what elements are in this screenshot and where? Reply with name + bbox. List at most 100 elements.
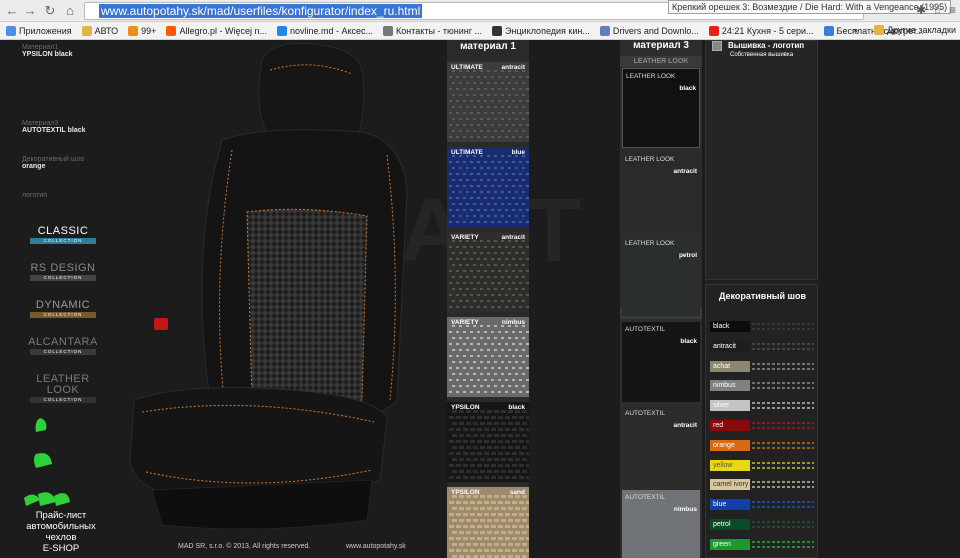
forward-icon[interactable]: → bbox=[22, 3, 38, 19]
footer-url[interactable]: www.autopotahy.sk bbox=[346, 543, 406, 550]
bookmark-item[interactable]: Энциклопедия кин... bbox=[492, 25, 590, 36]
bookmarks-more[interactable]: » bbox=[853, 25, 858, 35]
collection-classic[interactable]: CLASSIC COLLECTION bbox=[28, 226, 98, 263]
collection-name: ALCANTARA bbox=[28, 336, 98, 348]
material1-swatch[interactable]: VARIETY antracit bbox=[447, 232, 529, 312]
swatch-color: antracit bbox=[673, 422, 697, 429]
stitch-option[interactable]: nimbus bbox=[710, 380, 816, 392]
material1-swatch[interactable]: ULTIMATE antracit bbox=[447, 62, 529, 142]
star-icon[interactable]: ☆ bbox=[932, 3, 943, 17]
stitch-option[interactable]: yellow bbox=[710, 459, 816, 472]
stitch-sample bbox=[752, 323, 814, 330]
material1-swatch[interactable]: ULTIMATE blue bbox=[447, 147, 529, 227]
logo-checkbox[interactable] bbox=[712, 41, 722, 51]
material1-swatch[interactable]: VARIETY nimbus bbox=[447, 317, 529, 397]
stitch-option[interactable]: black bbox=[710, 321, 816, 333]
seat-preview bbox=[129, 42, 408, 530]
reload-icon[interactable]: ↻ bbox=[42, 3, 58, 19]
swatch-texture bbox=[449, 410, 531, 479]
collection-subtitle: COLLECTION bbox=[30, 275, 96, 281]
stitch-color-label: petrol bbox=[710, 519, 750, 530]
copyright: MAD SR, s.r.o. © 2013, All rights reserv… bbox=[178, 543, 311, 550]
material3-column: материал 3 LEATHER LOOK AUTOTEXTIL LEATH… bbox=[620, 40, 702, 558]
stitch-sample bbox=[752, 521, 814, 528]
bookmark-item[interactable]: Drivers and Downlo... bbox=[599, 25, 699, 36]
swatch-name: YPSILON bbox=[451, 404, 480, 411]
swatch-name: YPSILON bbox=[451, 489, 480, 496]
bookmark-item[interactable]: Allegro.pl - Więcej n... bbox=[166, 25, 267, 36]
menu-icon[interactable]: ≡ bbox=[949, 3, 956, 17]
home-icon[interactable]: ⌂ bbox=[62, 3, 78, 19]
swatch-texture bbox=[449, 325, 529, 393]
swatch-texture bbox=[449, 240, 529, 308]
bookmark-icon bbox=[492, 25, 503, 36]
price-list-link[interactable]: Прайс-лист автомобильных чехлов E-SHOP bbox=[18, 510, 104, 554]
bookmark-icon bbox=[81, 25, 92, 36]
material3-swatch[interactable]: LEATHER LOOK antracit bbox=[622, 152, 700, 232]
swatch-name: ULTIMATE bbox=[451, 64, 483, 71]
swatch-texture bbox=[449, 155, 529, 223]
collection-dynamic[interactable]: DYNAMIC COLLECTION bbox=[28, 300, 98, 337]
other-bookmarks-label: Другие закладки bbox=[887, 25, 956, 35]
swatch-name: AUTOTEXTIL bbox=[625, 494, 665, 501]
bookmark-item[interactable]: 99+ bbox=[128, 25, 156, 36]
material1-swatch[interactable]: YPSILON black bbox=[447, 402, 531, 482]
stitch-color-label: camel ivory bbox=[710, 479, 750, 491]
stitch-sample bbox=[752, 422, 814, 429]
bookmark-label: novline.md - Аксес... bbox=[289, 25, 374, 36]
logo-option-subtitle: Собственная вышивка bbox=[730, 52, 794, 58]
collection-leather-look[interactable]: LEATHER LOOK COLLECTION bbox=[28, 374, 98, 411]
bookmark-item[interactable]: Приложения bbox=[6, 25, 72, 36]
stitch-option[interactable]: achat bbox=[710, 360, 816, 373]
swatch-name: AUTOTEXTIL bbox=[625, 326, 665, 333]
stitch-option[interactable]: orange bbox=[710, 439, 816, 452]
material3-swatch[interactable]: LEATHER LOOK petrol bbox=[622, 236, 700, 316]
stitch-option[interactable]: green bbox=[710, 538, 816, 551]
stitch-option[interactable]: antracit bbox=[710, 340, 816, 353]
material3-title: материал 3 bbox=[633, 40, 689, 51]
stitch-option[interactable]: camel ivory bbox=[710, 479, 816, 491]
price-line-3: чехлов bbox=[45, 532, 77, 543]
collection-name: CLASSIC bbox=[37, 225, 89, 237]
price-line-1: Прайс-лист bbox=[35, 510, 87, 521]
bookmark-label: АВТО bbox=[94, 25, 119, 36]
material3-swatch[interactable]: AUTOTEXTIL nimbus bbox=[622, 490, 700, 558]
swatch-color: antracit bbox=[673, 168, 697, 175]
bookmarks-bar: Приложения АВТО 99+ Allegro.pl - Więcej n..… bbox=[0, 22, 960, 40]
collection-rs-design[interactable]: RS DESIGN COLLECTION bbox=[28, 263, 98, 300]
stitch-sample bbox=[752, 343, 814, 350]
stitch-color-label: black bbox=[710, 321, 750, 332]
material3-swatch[interactable]: AUTOTEXTIL antracit bbox=[622, 406, 700, 486]
collection-alcantara[interactable]: ALCANTARA COLLECTION bbox=[28, 337, 98, 374]
back-icon[interactable]: ← bbox=[4, 3, 20, 19]
green-icons[interactable] bbox=[22, 418, 102, 523]
other-bookmarks[interactable]: » Другие закладки bbox=[853, 25, 956, 35]
swatch-color: black bbox=[508, 404, 525, 411]
stitch-option[interactable]: blue bbox=[710, 499, 816, 511]
swatch-color: black bbox=[679, 85, 696, 92]
swatch-name: VARIETY bbox=[451, 234, 479, 241]
stitch-color-label: orange bbox=[710, 439, 750, 451]
bookmark-icon bbox=[823, 25, 834, 36]
stitch-color-label: achat bbox=[710, 360, 750, 372]
stitch-option[interactable]: red bbox=[710, 420, 816, 432]
swatch-color: nimbus bbox=[673, 506, 697, 513]
extension-icon[interactable]: ✱ bbox=[916, 3, 926, 17]
material3-swatch[interactable]: AUTOTEXTIL black bbox=[622, 322, 700, 402]
collection-name: RS DESIGN bbox=[30, 262, 96, 274]
page-scrollbar[interactable] bbox=[944, 40, 960, 558]
material3-swatch[interactable]: LEATHER LOOK black bbox=[622, 68, 700, 148]
bookmark-item[interactable]: novline.md - Аксес... bbox=[276, 25, 374, 36]
bookmark-item[interactable]: 24:21 Кухня - 5 сери... bbox=[708, 25, 814, 36]
stitch-option[interactable]: petrol bbox=[710, 519, 816, 531]
bookmark-item[interactable]: Контакты - тюнинг ... bbox=[383, 25, 482, 36]
material1-swatch[interactable]: YPSILON sand bbox=[447, 487, 531, 558]
bookmark-item[interactable]: АВТО bbox=[81, 25, 119, 36]
stitch-color-label: green bbox=[710, 538, 750, 550]
bookmark-icon bbox=[128, 25, 139, 36]
collection-name: DYNAMIC bbox=[35, 299, 91, 311]
stitch-color-label: antracit bbox=[710, 340, 750, 352]
bookmark-icon bbox=[708, 25, 719, 36]
stitch-option[interactable]: silver bbox=[710, 400, 816, 412]
swatch-color: antracit bbox=[501, 234, 525, 241]
